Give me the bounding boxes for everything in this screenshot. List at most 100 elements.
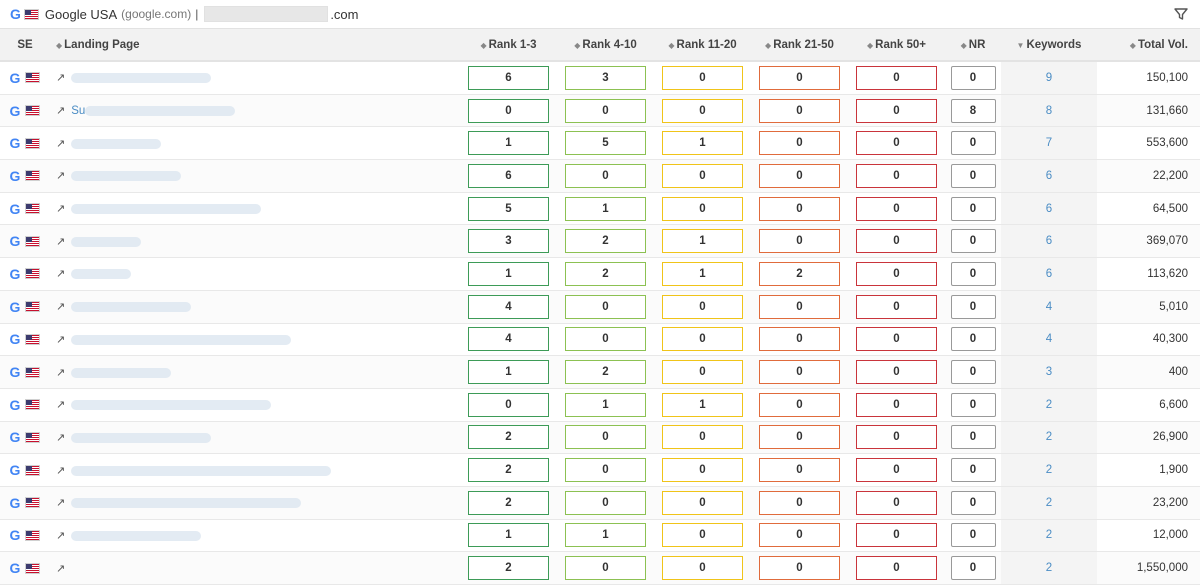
rank-50-plus-count[interactable]: 0 <box>856 425 937 450</box>
header-landing-page[interactable]: ◆ Landing Page <box>50 39 460 51</box>
rank-4-10-count[interactable]: 0 <box>565 163 646 188</box>
rank-50-plus-count[interactable]: 0 <box>856 523 937 548</box>
external-link-icon[interactable]: ↗ <box>56 333 65 346</box>
rank-21-50-count[interactable]: 0 <box>759 556 840 581</box>
nr-count[interactable]: 0 <box>950 261 996 286</box>
rank-4-10-count[interactable]: 5 <box>565 131 646 156</box>
header-rank-11-20[interactable]: ◆ Rank 11-20 <box>654 39 751 51</box>
external-link-icon[interactable]: ↗ <box>56 267 65 280</box>
rank-21-50-count[interactable]: 0 <box>759 98 840 123</box>
rank-4-10-count[interactable]: 0 <box>565 425 646 450</box>
keywords-link[interactable]: 4 <box>1046 301 1052 313</box>
rank-11-20-count[interactable]: 0 <box>662 360 743 385</box>
keywords-link[interactable]: 2 <box>1046 529 1052 541</box>
external-link-icon[interactable]: ↗ <box>56 562 65 575</box>
filter-icon[interactable] <box>1174 7 1188 21</box>
rank-11-20-count[interactable]: 0 <box>662 98 743 123</box>
redacted-url[interactable] <box>71 498 302 509</box>
external-link-icon[interactable]: ↗ <box>56 398 65 411</box>
rank-21-50-count[interactable]: 0 <box>759 490 840 515</box>
external-link-icon[interactable]: ↗ <box>56 464 65 477</box>
redacted-url[interactable] <box>71 138 162 149</box>
rank-1-3-count[interactable]: 1 <box>468 360 549 385</box>
rank-1-3-count[interactable]: 3 <box>468 229 549 254</box>
landing-page-link[interactable]: Su <box>71 105 85 117</box>
rank-21-50-count[interactable]: 0 <box>759 360 840 385</box>
rank-1-3-count[interactable]: 6 <box>468 65 549 90</box>
rank-21-50-count[interactable]: 2 <box>759 261 840 286</box>
header-rank-4-10[interactable]: ◆ Rank 4-10 <box>557 39 654 51</box>
header-rank-21-50[interactable]: ◆ Rank 21-50 <box>751 39 848 51</box>
rank-50-plus-count[interactable]: 0 <box>856 556 937 581</box>
external-link-icon[interactable]: ↗ <box>56 202 65 215</box>
keywords-link[interactable]: 6 <box>1046 170 1052 182</box>
rank-11-20-count[interactable]: 1 <box>662 261 743 286</box>
rank-11-20-count[interactable]: 0 <box>662 523 743 548</box>
rank-11-20-count[interactable]: 0 <box>662 163 743 188</box>
external-link-icon[interactable]: ↗ <box>56 104 65 117</box>
rank-50-plus-count[interactable]: 0 <box>856 98 937 123</box>
rank-50-plus-count[interactable]: 0 <box>856 131 937 156</box>
rank-50-plus-count[interactable]: 0 <box>856 163 937 188</box>
rank-50-plus-count[interactable]: 0 <box>856 65 937 90</box>
rank-21-50-count[interactable]: 0 <box>759 425 840 450</box>
redacted-url[interactable] <box>71 465 332 476</box>
redacted-url[interactable] <box>71 171 182 182</box>
rank-11-20-count[interactable]: 1 <box>662 131 743 156</box>
nr-count[interactable]: 0 <box>950 425 996 450</box>
nr-count[interactable]: 0 <box>950 294 996 319</box>
rank-21-50-count[interactable]: 0 <box>759 458 840 483</box>
rank-21-50-count[interactable]: 0 <box>759 327 840 352</box>
header-keywords[interactable]: ▼ Keywords <box>1001 39 1097 51</box>
nr-count[interactable]: 0 <box>950 163 996 188</box>
rank-4-10-count[interactable]: 2 <box>565 229 646 254</box>
rank-1-3-count[interactable]: 2 <box>468 425 549 450</box>
header-rank-1-3[interactable]: ◆ Rank 1-3 <box>460 39 557 51</box>
rank-4-10-count[interactable]: 0 <box>565 294 646 319</box>
rank-21-50-count[interactable]: 0 <box>759 392 840 417</box>
rank-4-10-count[interactable]: 0 <box>565 327 646 352</box>
header-total-vol[interactable]: ◆ Total Vol. <box>1097 39 1200 51</box>
external-link-icon[interactable]: ↗ <box>56 496 65 509</box>
nr-count[interactable]: 0 <box>950 327 996 352</box>
rank-4-10-count[interactable]: 2 <box>565 360 646 385</box>
redacted-url[interactable] <box>71 204 262 215</box>
redacted-url[interactable] <box>71 367 172 378</box>
rank-1-3-count[interactable]: 2 <box>468 490 549 515</box>
external-link-icon[interactable]: ↗ <box>56 366 65 379</box>
keywords-link[interactable]: 3 <box>1046 366 1052 378</box>
nr-count[interactable]: 0 <box>950 392 996 417</box>
redacted-url[interactable] <box>71 334 292 345</box>
keywords-link[interactable]: 2 <box>1046 431 1052 443</box>
nr-count[interactable]: 0 <box>950 523 996 548</box>
keywords-link[interactable]: 9 <box>1046 72 1052 84</box>
nr-count[interactable]: 8 <box>950 98 996 123</box>
header-rank-50-plus[interactable]: ◆ Rank 50+ <box>848 39 945 51</box>
rank-21-50-count[interactable]: 0 <box>759 65 840 90</box>
external-link-icon[interactable]: ↗ <box>56 529 65 542</box>
external-link-icon[interactable]: ↗ <box>56 137 65 150</box>
rank-4-10-count[interactable]: 2 <box>565 261 646 286</box>
rank-50-plus-count[interactable]: 0 <box>856 458 937 483</box>
rank-11-20-count[interactable]: 0 <box>662 556 743 581</box>
redacted-url[interactable] <box>71 432 212 443</box>
rank-50-plus-count[interactable]: 0 <box>856 490 937 515</box>
keywords-link[interactable]: 4 <box>1046 333 1052 345</box>
redacted-url[interactable] <box>71 73 212 84</box>
rank-1-3-count[interactable]: 1 <box>468 261 549 286</box>
rank-4-10-count[interactable]: 1 <box>565 196 646 221</box>
rank-1-3-count[interactable]: 4 <box>468 327 549 352</box>
keywords-link[interactable]: 2 <box>1046 497 1052 509</box>
rank-1-3-count[interactable]: 4 <box>468 294 549 319</box>
rank-4-10-count[interactable]: 0 <box>565 98 646 123</box>
rank-50-plus-count[interactable]: 0 <box>856 294 937 319</box>
nr-count[interactable]: 0 <box>950 556 996 581</box>
rank-11-20-count[interactable]: 0 <box>662 196 743 221</box>
keywords-link[interactable]: 7 <box>1046 137 1052 149</box>
keywords-link[interactable]: 2 <box>1046 464 1052 476</box>
rank-50-plus-count[interactable]: 0 <box>856 261 937 286</box>
keywords-link[interactable]: 2 <box>1046 562 1052 574</box>
redacted-url[interactable] <box>71 530 202 541</box>
rank-21-50-count[interactable]: 0 <box>759 163 840 188</box>
rank-11-20-count[interactable]: 0 <box>662 425 743 450</box>
